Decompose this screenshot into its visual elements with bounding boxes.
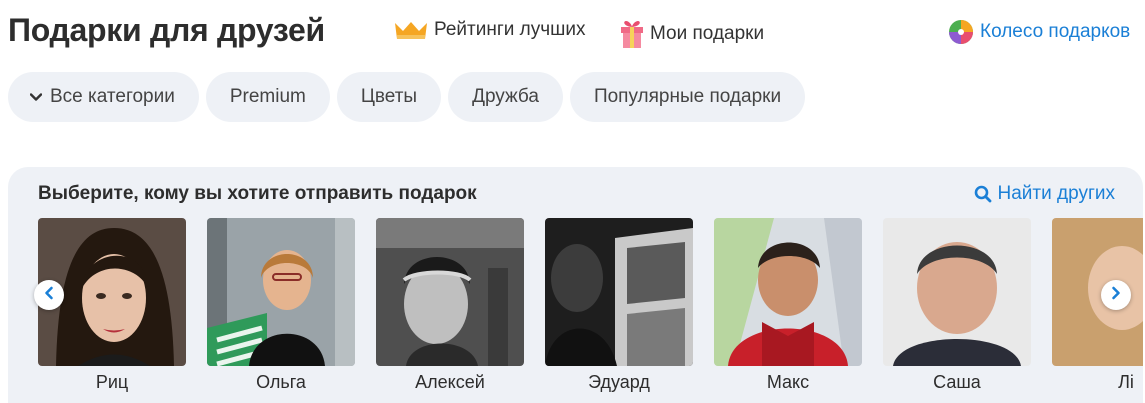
friend-picker-panel: Выберите, кому вы хотите отправить подар… (8, 167, 1143, 403)
my-gifts-link[interactable]: Мои подарки (620, 19, 764, 49)
friend-card[interactable]: Саша (883, 218, 1031, 392)
find-others-label: Найти других (997, 183, 1115, 204)
ratings-link[interactable]: Рейтинги лучших (394, 19, 586, 41)
ratings-label: Рейтинги лучших (434, 19, 586, 40)
friend-card[interactable]: Макс (714, 218, 862, 392)
friend-card[interactable]: Алексей (376, 218, 524, 392)
category-friendship[interactable]: Дружба (448, 72, 563, 122)
friend-avatar (883, 218, 1031, 366)
find-others-link[interactable]: Найти других (974, 183, 1115, 205)
category-filters: Все категории Premium Цветы Дружба Попул… (8, 72, 806, 122)
friend-avatar (207, 218, 355, 366)
friends-carousel: Риц Ольга Алексей Эдуард Макс Саша Лі (38, 218, 1143, 403)
friend-card[interactable]: Эдуард (545, 218, 693, 392)
category-premium[interactable]: Premium (205, 72, 330, 122)
chevron-right-icon (1111, 286, 1121, 305)
page-title: Подарки для друзей (8, 12, 325, 48)
panel-title: Выберите, кому вы хотите отправить подар… (38, 183, 477, 204)
gift-wheel-link[interactable]: Колесо подарков (948, 19, 1130, 45)
friend-card[interactable]: Ольга (207, 218, 355, 392)
friend-name: Макс (766, 372, 810, 392)
friend-name: Лі (1118, 372, 1134, 392)
my-gifts-label: Мои подарки (650, 23, 765, 44)
carousel-prev-button[interactable] (34, 280, 64, 310)
category-popular[interactable]: Популярные подарки (569, 72, 806, 122)
friend-name: Саша (933, 372, 981, 392)
all-categories-label: Все категории (50, 86, 175, 107)
friend-name: Алексей (415, 372, 485, 392)
friend-name: Риц (95, 372, 129, 392)
chevron-left-icon (44, 286, 54, 305)
friend-avatar (714, 218, 862, 366)
friend-name: Ольга (256, 372, 306, 392)
search-icon (974, 185, 992, 203)
gift-icon (620, 19, 644, 49)
friend-avatar (545, 218, 693, 366)
chevron-down-icon (30, 92, 42, 102)
crown-icon (394, 20, 428, 40)
friend-name: Эдуард (588, 372, 650, 392)
wheel-icon (948, 19, 974, 45)
gift-wheel-label: Колесо подарков (980, 21, 1131, 42)
header: Подарки для друзей Рейтинги лучших Мои п… (8, 10, 1145, 50)
carousel-next-button[interactable] (1101, 280, 1131, 310)
friend-avatar (376, 218, 524, 366)
category-flowers[interactable]: Цветы (336, 72, 442, 122)
all-categories-dropdown[interactable]: Все категории (8, 72, 199, 122)
